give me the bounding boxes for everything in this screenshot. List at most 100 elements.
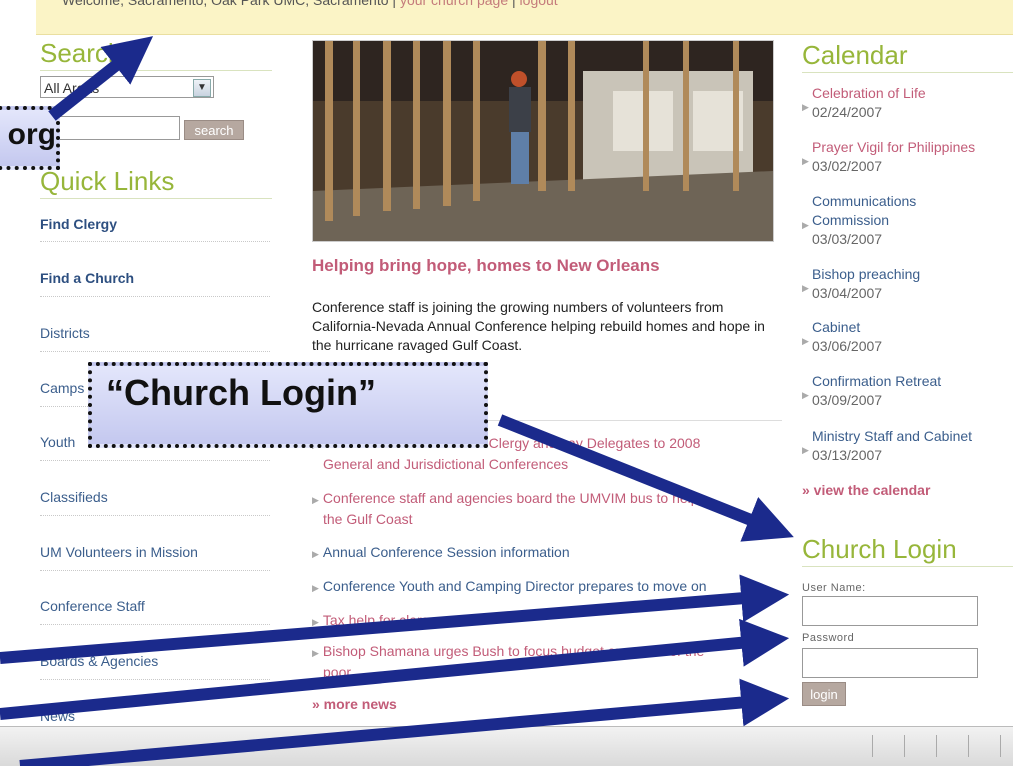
link-divider <box>40 570 270 571</box>
calendar-rule <box>802 72 1013 73</box>
status-bar-divider <box>968 735 969 757</box>
news-item[interactable]: ▶ Conference staff and agencies board the… <box>312 489 699 529</box>
link-divider <box>40 460 270 461</box>
quick-link-boards-agencies[interactable]: Boards & Agencies <box>40 653 158 669</box>
event-date: 03/06/2007 <box>812 338 883 354</box>
church-page-link[interactable]: your church page <box>400 0 508 8</box>
quick-link-find-church[interactable]: Find a Church <box>40 270 134 286</box>
status-bar-divider <box>872 735 873 757</box>
event-title-line2: Commission <box>812 212 890 228</box>
news-item-line: the Gulf Coast <box>323 511 413 527</box>
church-login-rule <box>802 566 1013 567</box>
event-title: Cabinet <box>812 319 861 335</box>
area-select-value: All Areas <box>44 80 100 96</box>
search-heading-rule <box>40 70 272 71</box>
calendar-event[interactable]: ▶ Bishop preaching 03/04/2007 <box>802 265 920 303</box>
username-field[interactable] <box>802 596 978 626</box>
quick-link-volunteers-in-mission[interactable]: UM Volunteers in Mission <box>40 544 198 560</box>
bullet-arrow-icon: ▶ <box>802 445 809 455</box>
link-divider <box>40 679 270 680</box>
link-divider <box>40 241 270 242</box>
news-item-line: Bishop Shamana urges Bush to focus budge… <box>322 643 705 659</box>
quick-link-conference-staff[interactable]: Conference Staff <box>40 598 145 614</box>
news-item-line: General and Jurisdictional Conferences <box>323 456 569 472</box>
login-button[interactable]: login <box>802 682 846 706</box>
church-login-callout: “Church Login” <box>88 362 488 448</box>
welcome-message: Welcome, Sacramento, Oak Park UMC, Sacra… <box>62 0 397 8</box>
news-item-line: Conference Youth and Camping Director pr… <box>322 578 707 594</box>
right-column: Calendar ▶ Celebration of Life 02/24/200… <box>800 34 1013 734</box>
link-divider <box>40 515 270 516</box>
link-divider <box>40 296 270 297</box>
event-title: Communications <box>812 193 917 209</box>
bullet-arrow-icon: ▶ <box>312 583 319 593</box>
annotated-screenshot: Welcome, Sacramento, Oak Park UMC, Sacra… <box>0 0 1013 766</box>
quick-link-news[interactable]: News <box>40 708 75 724</box>
password-field[interactable] <box>802 648 978 678</box>
calendar-event[interactable]: ▶ Prayer Vigil for Philippines 03/02/200… <box>802 138 975 176</box>
url-callout: org <box>0 106 60 170</box>
feature-photo[interactable] <box>312 40 774 242</box>
quick-link-youth[interactable]: Youth <box>40 434 75 450</box>
search-input[interactable] <box>40 116 180 140</box>
quick-link-classifieds[interactable]: Classifieds <box>40 489 108 505</box>
news-item-line: Conference staff and agencies board the … <box>322 490 699 506</box>
event-title: Celebration of Life <box>812 85 926 101</box>
view-calendar-link[interactable]: » view the calendar <box>802 482 930 498</box>
calendar-heading: Calendar <box>802 40 908 70</box>
bullet-arrow-icon: ▶ <box>802 156 809 166</box>
news-item[interactable]: ▶ Annual Conference Session information <box>312 543 570 564</box>
link-separator: | <box>512 0 516 8</box>
username-label: User Name: <box>802 582 866 594</box>
news-item-line: poor <box>323 664 352 680</box>
bullet-arrow-icon: ▶ <box>802 283 809 293</box>
chevron-down-icon[interactable]: ▼ <box>193 79 211 97</box>
calendar-event[interactable]: ▶ Communications Commission 03/03/2007 <box>802 192 916 249</box>
news-item[interactable]: ▶ Bishop Shamana urges Bush to focus budg… <box>312 642 704 682</box>
event-date: 03/02/2007 <box>812 158 883 174</box>
bullet-arrow-icon: ▶ <box>312 648 319 658</box>
bullet-arrow-icon: ▶ <box>802 102 809 112</box>
more-news-link[interactable]: » more news <box>312 696 397 712</box>
logout-link[interactable]: logout <box>520 0 558 8</box>
event-title: Bishop preaching <box>812 266 921 282</box>
quick-link-districts[interactable]: Districts <box>40 325 90 341</box>
news-item-line: Tax help for clergy <box>322 612 437 628</box>
password-label: Password <box>802 632 855 644</box>
area-select[interactable]: All Areas ▼ <box>40 76 214 98</box>
calendar-event[interactable]: ▶ Confirmation Retreat 03/09/2007 <box>802 372 941 410</box>
bullet-arrow-icon: ▶ <box>802 390 809 400</box>
news-item-line: Annual Conference Session information <box>322 544 570 560</box>
event-date: 03/04/2007 <box>812 285 883 301</box>
search-button[interactable]: search <box>184 120 244 140</box>
news-item[interactable]: ▶ Conference Youth and Camping Director p… <box>312 577 707 598</box>
quick-links-rule <box>40 198 272 199</box>
link-divider <box>40 351 270 352</box>
link-divider <box>40 624 270 625</box>
quick-link-camps[interactable]: Camps <box>40 380 84 396</box>
feature-body: Conference staff is joining the growing … <box>312 299 765 353</box>
event-title: Prayer Vigil for Philippines <box>812 139 976 155</box>
calendar-event[interactable]: ▶ Ministry Staff and Cabinet 03/13/2007 <box>802 427 972 465</box>
status-bar-divider <box>1000 735 1001 757</box>
event-date: 03/03/2007 <box>812 231 883 247</box>
quick-link-find-clergy[interactable]: Find Clergy <box>40 216 117 232</box>
gutted-house-photo <box>313 41 773 241</box>
bullet-arrow-icon: ▶ <box>312 495 319 505</box>
status-bar-divider <box>904 735 905 757</box>
event-date: 03/13/2007 <box>812 447 883 463</box>
event-title: Confirmation Retreat <box>812 373 942 389</box>
event-date: 03/09/2007 <box>812 392 883 408</box>
bullet-arrow-icon: ▶ <box>802 220 809 230</box>
bullet-arrow-icon: ▶ <box>312 549 319 559</box>
news-item[interactable]: ▶ Tax help for clergy <box>312 611 437 632</box>
calendar-event[interactable]: ▶ Cabinet 03/06/2007 <box>802 318 882 356</box>
bullet-arrow-icon: ▶ <box>802 336 809 346</box>
search-heading: Search <box>40 38 123 68</box>
calendar-event[interactable]: ▶ Celebration of Life 02/24/2007 <box>802 84 926 122</box>
event-date: 02/24/2007 <box>812 104 883 120</box>
bullet-arrow-icon: ▶ <box>312 617 319 627</box>
welcome-text: Welcome, Sacramento, Oak Park UMC, Sacra… <box>62 0 558 8</box>
feature-headline[interactable]: Helping bring hope, homes to New Orleans <box>312 256 660 276</box>
welcome-bar: Welcome, Sacramento, Oak Park UMC, Sacra… <box>36 0 1013 35</box>
